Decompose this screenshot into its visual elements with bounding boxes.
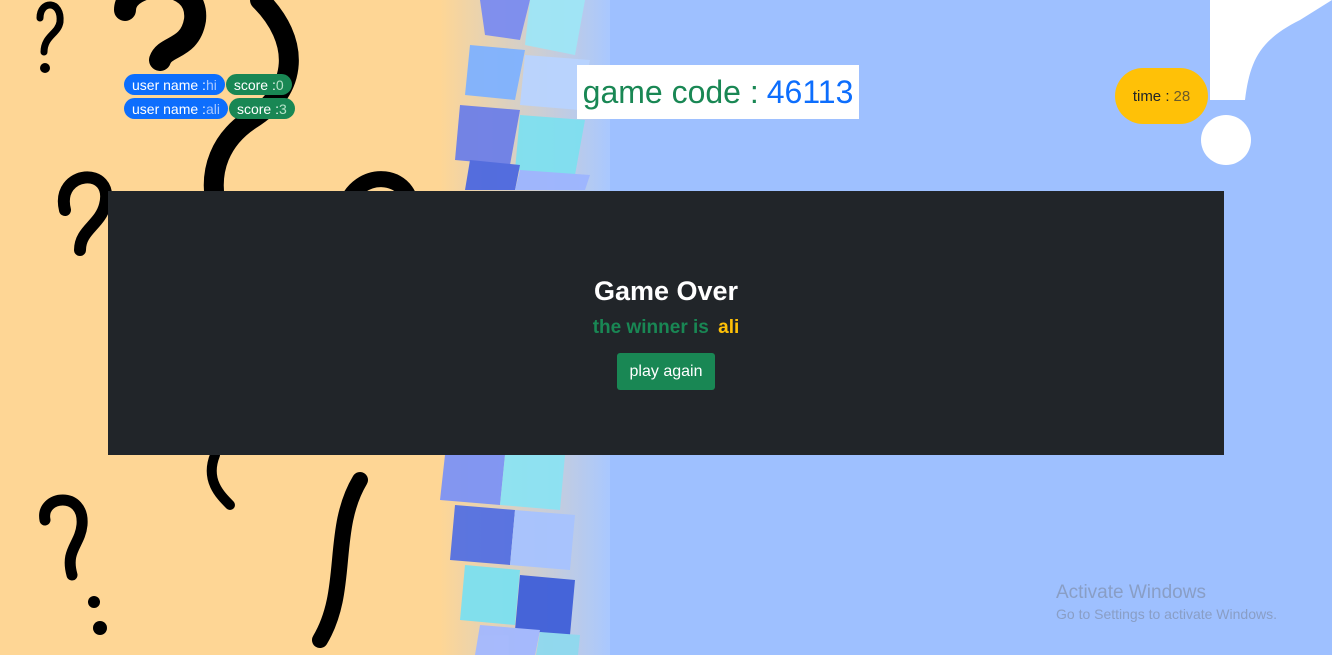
activate-windows-watermark: Activate Windows Go to Settings to activ… [1056, 582, 1277, 622]
username-badge: user name : hi [124, 74, 225, 95]
score-badge: score : 3 [228, 98, 295, 119]
watermark-subtitle: Go to Settings to activate Windows. [1056, 606, 1277, 622]
player-scoreboard: user name : hi score : 0 user name : ali… [124, 74, 364, 122]
play-again-button[interactable]: play again [616, 353, 716, 390]
timer-value: 28 [1173, 87, 1191, 105]
timer-badge: time : 28 [1115, 68, 1208, 124]
player-row: user name : hi score : 0 [124, 74, 364, 95]
winner-name: ali [718, 317, 740, 338]
game-code-display: game code : 46113 [577, 65, 859, 119]
score-value: 0 [275, 76, 284, 93]
timer-label: time : [1132, 87, 1170, 105]
winner-label: the winner is [592, 317, 709, 338]
username-label: user name : [132, 100, 206, 117]
score-label: score : [233, 76, 276, 93]
score-value: 3 [278, 100, 287, 117]
winner-announcement: the winner is ali [593, 317, 740, 339]
score-badge: score : 0 [225, 74, 292, 95]
score-label: score : [236, 100, 279, 117]
username-value: ali [205, 100, 220, 117]
username-badge: user name : ali [124, 98, 228, 119]
game-over-title: Game Over [593, 276, 739, 306]
game-code-value: 46113 [766, 73, 854, 110]
username-label: user name : [132, 76, 206, 93]
game-code-label: game code : [582, 73, 759, 110]
username-value: hi [205, 76, 217, 93]
game-over-modal: Game Over the winner is ali play again [108, 191, 1224, 455]
watermark-title: Activate Windows [1056, 582, 1206, 603]
player-row: user name : ali score : 3 [124, 98, 364, 119]
white-question-mark-decoration [1201, 0, 1332, 165]
